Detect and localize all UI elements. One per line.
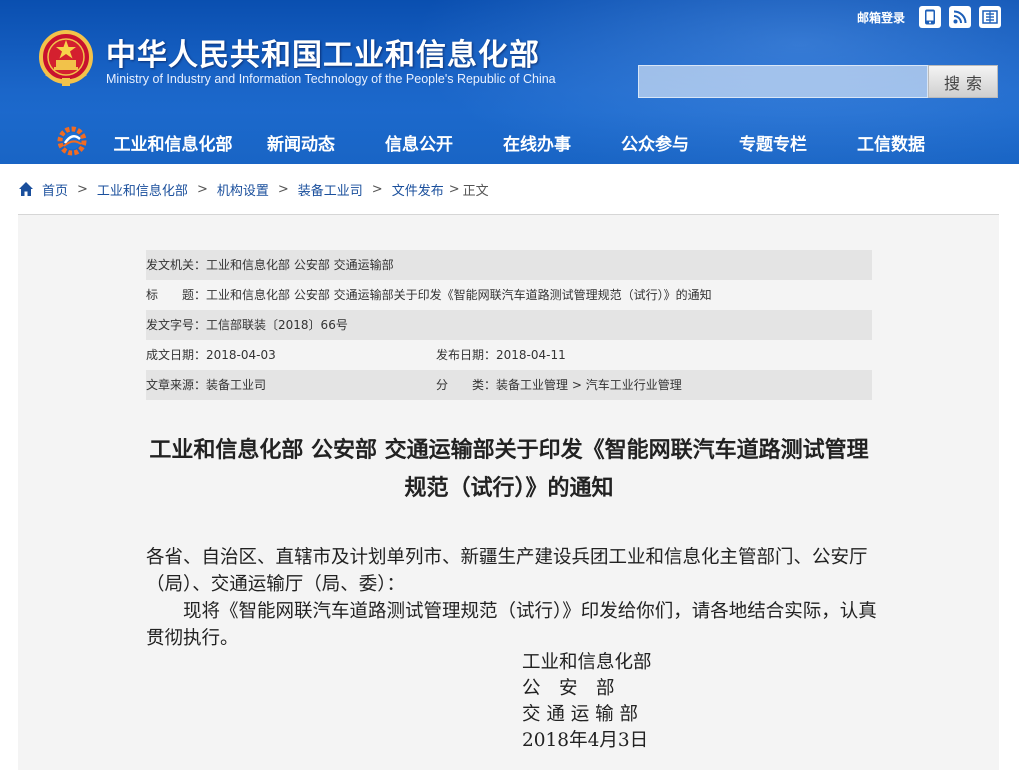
meta-source: 装备工业司 — [206, 378, 267, 392]
breadcrumb-documents[interactable]: 文件发布 — [392, 180, 444, 199]
signatory-line: 公 安 部 — [522, 678, 615, 699]
meta-published-date: 2018-04-11 — [496, 348, 566, 362]
nav-item-public-participation[interactable]: 公众参与 — [587, 129, 723, 161]
meta-label: 标 题： — [146, 288, 207, 302]
breadcrumb-equipment-dept[interactable]: 装备工业司 — [298, 180, 363, 199]
nav-item-news[interactable]: 新闻动态 — [251, 129, 351, 161]
meta-row-source: 文章来源：装备工业司 分 类：装备工业管理 > 汽车工业行业管理 — [146, 370, 872, 400]
nav-item-special-topics[interactable]: 专题专栏 — [723, 129, 823, 161]
site-subtitle: Ministry of Industry and Information Tec… — [106, 72, 556, 86]
weibo-icon[interactable] — [979, 6, 1001, 28]
breadcrumb-separator: > — [448, 181, 460, 197]
breadcrumb-organization[interactable]: 机构设置 — [217, 180, 269, 199]
nav-item-info-disclosure[interactable]: 信息公开 — [351, 129, 487, 161]
rss-icon[interactable] — [949, 6, 971, 28]
meta-label: 分 类： — [436, 378, 497, 392]
nav-item-online-service[interactable]: 在线办事 — [487, 129, 587, 161]
national-emblem-icon[interactable] — [38, 30, 94, 88]
nav-item-miit[interactable]: 工业和信息化部 — [95, 129, 251, 161]
site-title: 中华人民共和国工业和信息化部 — [106, 38, 540, 73]
meta-label: 发文字号： — [146, 318, 207, 332]
gear-logo-icon — [57, 126, 87, 156]
home-icon — [19, 182, 33, 196]
breadcrumb-separator: > — [371, 181, 383, 197]
signature-date: 2018年4月3日 — [522, 730, 649, 751]
nav-item-data[interactable]: 工信数据 — [823, 129, 959, 161]
meta-label: 发布日期： — [436, 348, 497, 362]
meta-docno: 工信部联装〔2018〕66号 — [206, 318, 348, 332]
meta-category-cell: 分 类：装备工业管理 > 汽车工业行业管理 — [436, 370, 682, 400]
meta-created-date: 2018-04-03 — [206, 348, 276, 362]
breadcrumb-home[interactable]: 首页 — [42, 180, 68, 199]
document-salutation: 各省、自治区、直辖市及计划单列市、新疆生产建设兵团工业和信息化主管部门、公安厅（… — [146, 547, 868, 595]
breadcrumb: 首页 > 工业和信息化部 > 机构设置 > 装备工业司 > 文件发布 > 正文 — [18, 178, 489, 200]
meta-row-dates: 成文日期：2018-04-03 发布日期：2018-04-11 — [146, 340, 872, 370]
meta-issuer: 工业和信息化部 公安部 交通运输部 — [206, 258, 394, 272]
mail-login-link[interactable]: 邮箱登录 — [857, 9, 905, 26]
meta-label: 文章来源： — [146, 378, 207, 392]
site-header: 中华人民共和国工业和信息化部 Ministry of Industry and … — [0, 0, 1019, 164]
breadcrumb-separator: > — [77, 181, 88, 197]
meta-category: 装备工业管理 > 汽车工业行业管理 — [496, 378, 682, 392]
meta-published-cell: 发布日期：2018-04-11 — [436, 340, 566, 370]
meta-label: 成文日期： — [146, 348, 207, 362]
document-body: 各省、自治区、直辖市及计划单列市、新疆生产建设兵团工业和信息化主管部门、公安厅（… — [146, 544, 878, 652]
meta-row-title: 标 题：工业和信息化部 公安部 交通运输部关于印发《智能网联汽车道路测试管理规范… — [146, 280, 872, 310]
document-signature: 工业和信息化部 公 安 部 交 通 运 输 部 2018年4月3日 — [522, 650, 652, 754]
document-meta-table: 发文机关：工业和信息化部 公安部 交通运输部 标 题：工业和信息化部 公安部 交… — [146, 250, 872, 400]
meta-row-docno: 发文字号：工信部联装〔2018〕66号 — [146, 310, 872, 340]
signatory-line: 交 通 运 输 部 — [522, 704, 639, 725]
search-input[interactable] — [638, 65, 928, 98]
meta-title: 工业和信息化部 公安部 交通运输部关于印发《智能网联汽车道路测试管理规范（试行）… — [206, 288, 712, 302]
main-nav: 工业和信息化部 新闻动态 信息公开 在线办事 公众参与 专题专栏 工信数据 — [95, 129, 959, 161]
meta-label: 发文机关： — [146, 258, 207, 272]
breadcrumb-separator: > — [277, 181, 289, 197]
document-paragraph: 现将《智能网联汽车道路测试管理规范（试行）》印发给你们，请各地结合实际，认真贯彻… — [146, 601, 877, 649]
breadcrumb-miit[interactable]: 工业和信息化部 — [97, 180, 188, 199]
document-heading: 工业和信息化部 公安部 交通运输部关于印发《智能网联汽车道路测试管理规范（试行）… — [149, 438, 869, 501]
signatory-line: 工业和信息化部 — [522, 652, 652, 673]
mobile-icon[interactable] — [919, 6, 941, 28]
meta-row-issuer: 发文机关：工业和信息化部 公安部 交通运输部 — [146, 250, 872, 280]
breadcrumb-current: 正文 — [462, 183, 489, 199]
breadcrumb-separator: > — [196, 181, 208, 197]
search-button[interactable]: 搜索 — [928, 65, 998, 98]
top-links: 邮箱登录 — [857, 6, 1001, 28]
